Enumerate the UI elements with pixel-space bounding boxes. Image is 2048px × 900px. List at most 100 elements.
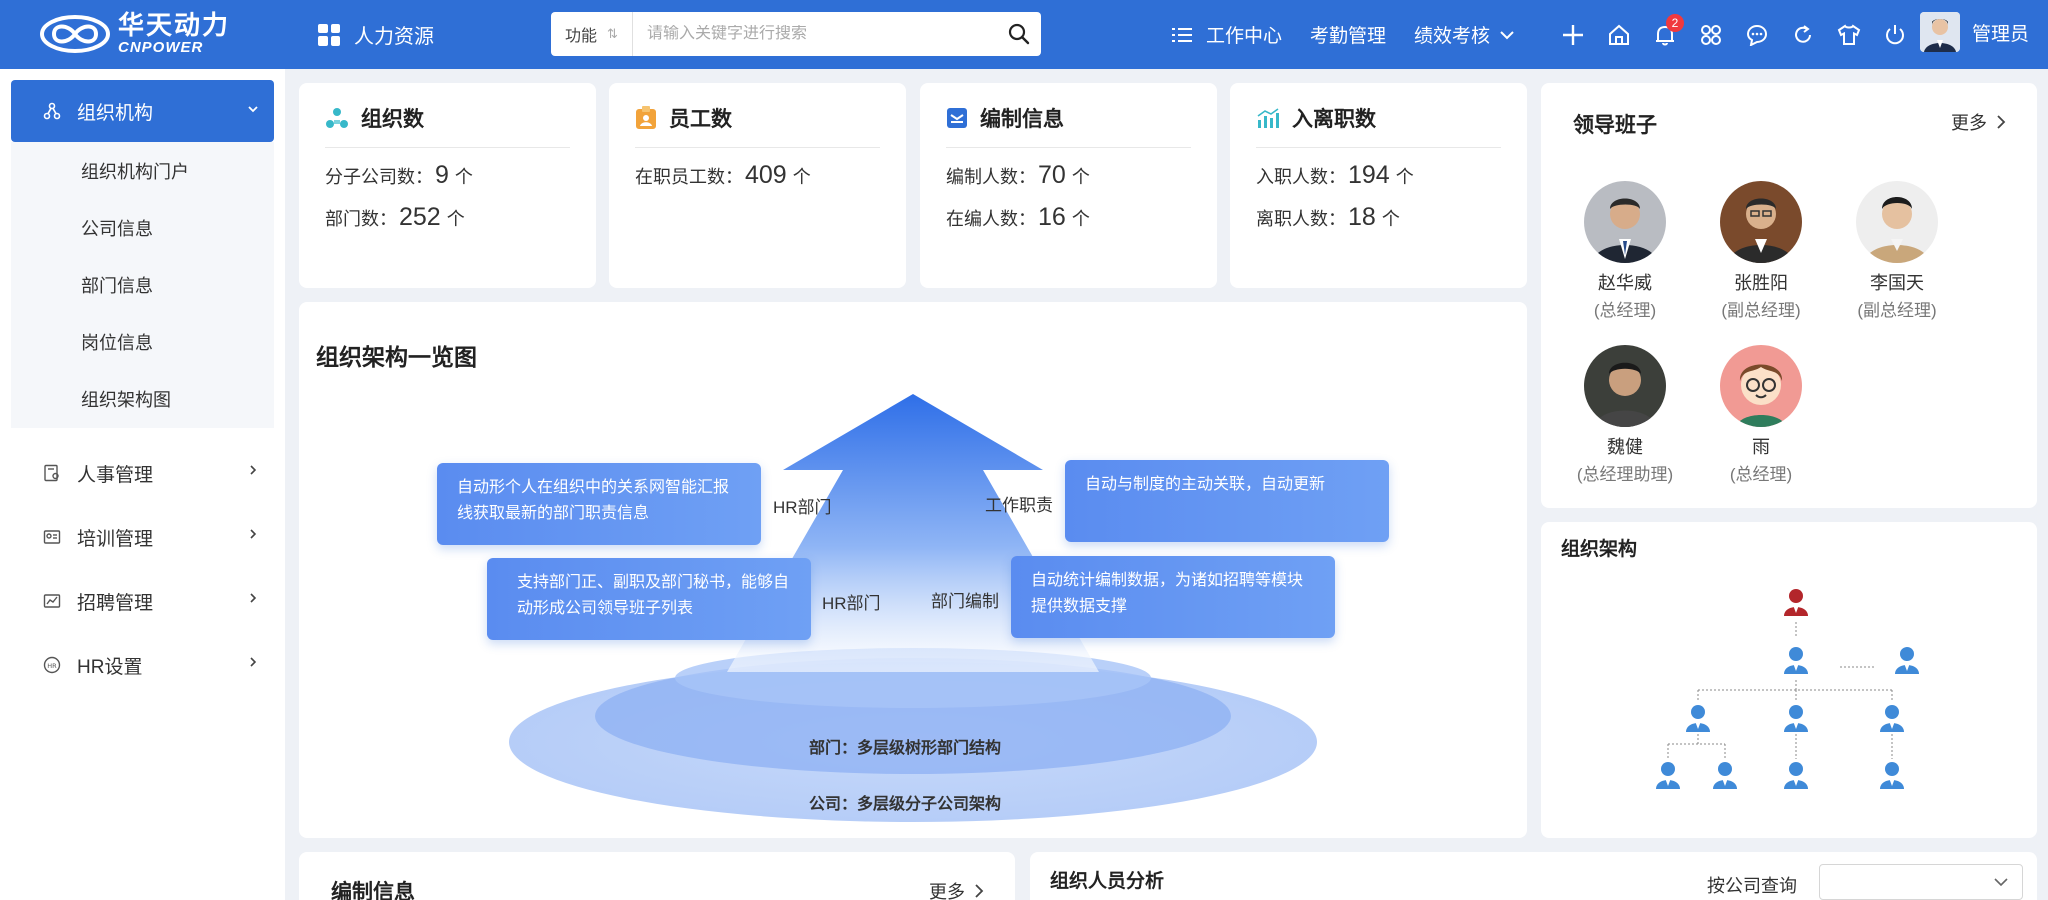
home-button[interactable]: [1596, 12, 1642, 58]
stat-value: 9: [435, 161, 449, 189]
notification-badge: 2: [1666, 13, 1684, 32]
sidebar-item-recruit[interactable]: 招聘管理: [11, 573, 274, 629]
submenu-position-info[interactable]: 岗位信息: [11, 313, 274, 370]
chevron-right-icon: [250, 465, 257, 475]
leader-card[interactable]: 魏健 (总经理助理): [1557, 345, 1693, 489]
message-button[interactable]: [1734, 12, 1780, 58]
command-icon: [1701, 24, 1721, 45]
org-overview-card: 组织架构一览图 自动形个人在组织中的关系网智能汇报线获取最新的部门职责信息 自动…: [299, 302, 1527, 838]
person-doc-icon: [44, 464, 59, 482]
user-menu[interactable]: 管理员: [1920, 12, 2029, 52]
submenu-org-portal[interactable]: 组织机构门户: [11, 142, 274, 199]
sidebar-item-org[interactable]: 组织机构: [11, 80, 274, 142]
stat-label: 入职人数：: [1256, 167, 1346, 187]
shirt-icon: [1837, 24, 1861, 45]
leader-card[interactable]: 张胜阳 (副总经理): [1693, 181, 1829, 325]
apps-button[interactable]: [1688, 12, 1734, 58]
search-bar: 功能 ⇅: [551, 12, 1041, 56]
leader-name: 李国天: [1870, 273, 1924, 293]
nav-item-performance[interactable]: 绩效考核: [1414, 21, 1514, 48]
chart-icon: [43, 594, 61, 608]
overview-box: 自动统计编制数据，为诸如招聘等模块提供数据支撑: [1011, 556, 1335, 638]
leader-card[interactable]: 雨 (总经理): [1693, 345, 1829, 489]
org-person-icon: [1895, 647, 1919, 674]
search-input[interactable]: [633, 25, 997, 43]
chevron-right-icon: [250, 529, 257, 539]
leader-avatar: [1584, 181, 1666, 263]
sidebar: 组织机构 组织机构门户 公司信息 部门信息 岗位信息 组织架构图 人事管理 培训…: [0, 69, 285, 900]
search-type-label: 功能: [565, 28, 598, 45]
leader-card[interactable]: 赵华威 (总经理): [1557, 181, 1693, 325]
search-button[interactable]: [997, 12, 1041, 56]
leaders-card: 领导班子 更多 赵华威 (总经理) 张胜阳 (副总经理) 李国天 (副总经理) …: [1541, 83, 2037, 508]
leader-name: 魏健: [1607, 437, 1643, 457]
power-icon: [1886, 24, 1904, 44]
sidebar-item-label: 组织机构: [77, 102, 154, 124]
id-card-icon: [43, 530, 61, 544]
refresh-button[interactable]: [1780, 12, 1826, 58]
org-chart-graphic: [1656, 589, 1919, 789]
chat-icon: [1746, 24, 1768, 46]
stat-card-employees: 员工数 在职员工数： 409 个: [609, 83, 906, 288]
org-person-icon: [1784, 647, 1808, 674]
stat-unit: 个: [1071, 209, 1090, 229]
home-icon: [1609, 24, 1629, 45]
submenu-dept-info[interactable]: 部门信息: [11, 256, 274, 313]
plus-icon: [1563, 24, 1583, 45]
org-person-icon: [1656, 762, 1680, 789]
sidebar-item-label: HR设置: [77, 656, 143, 678]
leader-role: (总经理): [1593, 301, 1657, 320]
stat-row: 分子公司数： 9 个: [325, 161, 473, 190]
stat-label: 在职员工数：: [635, 167, 743, 187]
submenu-org-chart[interactable]: 组织架构图: [11, 370, 274, 427]
leader-card[interactable]: 李国天 (副总经理): [1829, 181, 1965, 325]
module-switcher[interactable]: 人力资源: [318, 20, 434, 49]
skin-button[interactable]: [1826, 12, 1872, 58]
overview-label: HR部门: [773, 498, 832, 517]
org-person-icon: [1686, 705, 1710, 732]
overview-box: 自动形个人在组织中的关系网智能汇报线获取最新的部门职责信息: [437, 463, 761, 545]
sidebar-item-training[interactable]: 培训管理: [11, 509, 274, 565]
chevron-right-icon: [1997, 115, 2006, 129]
stat-unit: 个: [1071, 167, 1090, 187]
hr-icon: HR: [43, 656, 61, 674]
stat-row: 入职人数： 194 个: [1256, 161, 1414, 190]
stat-row: 在职员工数： 409 个: [635, 161, 811, 190]
submenu-company-info[interactable]: 公司信息: [11, 199, 274, 256]
brand-logo[interactable]: 华天动力 CNPOWER: [40, 12, 230, 55]
search-type-select[interactable]: 功能 ⇅: [551, 12, 633, 56]
nav-label: 绩效考核: [1414, 26, 1491, 47]
list-icon: [1172, 27, 1192, 42]
analysis-title: 组织人员分析: [1050, 871, 1165, 892]
leader-role: (副总经理): [1857, 301, 1937, 320]
more-label: 更多: [1951, 113, 1987, 133]
stat-unit: 个: [1381, 209, 1400, 229]
leader-name: 张胜阳: [1734, 273, 1788, 293]
leader-avatar: [1720, 181, 1802, 263]
nav-item-work-center[interactable]: 工作中心: [1172, 21, 1282, 48]
stat-value: 252: [399, 203, 441, 231]
sidebar-item-personnel[interactable]: 人事管理: [11, 445, 274, 501]
user-name: 管理员: [1972, 23, 2030, 45]
leaders-more-link[interactable]: 更多: [1951, 109, 2007, 135]
notification-button[interactable]: 2: [1642, 12, 1688, 58]
logout-button[interactable]: [1872, 12, 1918, 58]
sidebar-item-hr-settings[interactable]: HR HR设置: [11, 637, 274, 693]
stat-unit: 个: [792, 167, 811, 187]
chevron-right-icon: [975, 884, 984, 898]
stat-unit: 个: [454, 167, 473, 187]
staffing-more-link[interactable]: 更多: [929, 878, 985, 900]
leaders-title: 领导班子: [1573, 114, 1657, 137]
leader-role: (副总经理): [1721, 301, 1801, 320]
stat-value: 16: [1038, 203, 1066, 231]
bar-chart-icon: [1257, 108, 1279, 128]
nav-item-attendance[interactable]: 考勤管理: [1310, 21, 1386, 48]
overview-label: HR部门: [822, 594, 881, 613]
brand-name-cn: 华天动力: [118, 10, 231, 40]
company-filter-select[interactable]: [1819, 864, 2023, 900]
leader-role: (总经理助理): [1576, 465, 1674, 484]
add-button[interactable]: [1550, 12, 1596, 58]
leader-name: 赵华威: [1598, 273, 1652, 293]
stat-title: 编制信息: [980, 108, 1064, 131]
overview-label: 工作职责: [985, 496, 1053, 515]
